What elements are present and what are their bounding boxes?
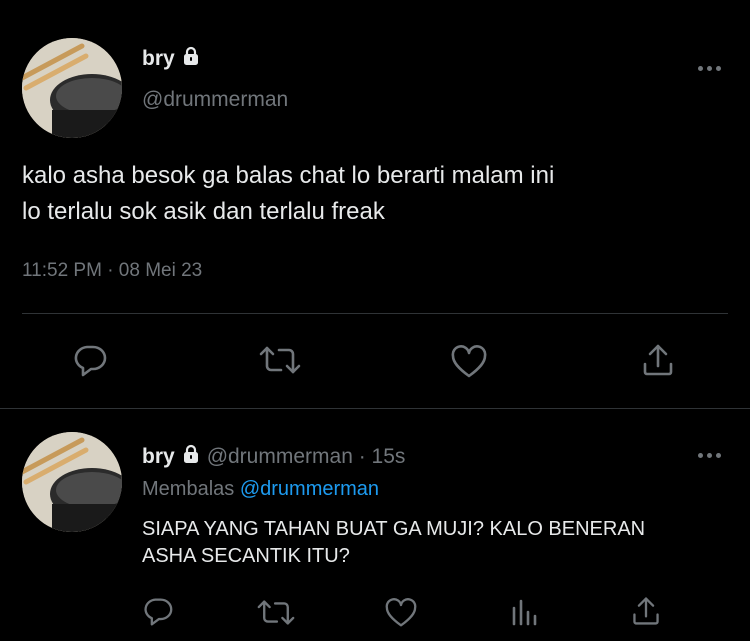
- reply-handle-time[interactable]: @drummerman · 15s: [207, 445, 406, 469]
- display-name-text[interactable]: bry: [142, 47, 175, 71]
- display-name[interactable]: bry: [142, 46, 201, 72]
- timestamp[interactable]: 11:52 PM · 08 Mei 23: [22, 260, 202, 282]
- share-icon[interactable]: [640, 342, 676, 378]
- reply-icon[interactable]: [142, 597, 174, 627]
- like-icon[interactable]: [450, 345, 488, 379]
- reply-text-line-1: SIAPA YANG TAHAN BUAT GA MUJI? KALO BENE…: [142, 518, 646, 540]
- reply-avatar[interactable]: [22, 432, 122, 532]
- handle[interactable]: @drummerman: [142, 88, 288, 112]
- lock-icon: [181, 46, 201, 72]
- retweet-icon[interactable]: [256, 598, 296, 627]
- reply-more-options-icon[interactable]: [698, 453, 721, 458]
- section-divider: [0, 408, 750, 409]
- reply-icon[interactable]: [72, 344, 108, 378]
- lock-icon: [181, 444, 201, 470]
- avatar[interactable]: [22, 38, 122, 138]
- more-options-icon[interactable]: [698, 66, 721, 71]
- share-icon[interactable]: [630, 595, 662, 627]
- replying-to: Membalas @drummerman: [142, 478, 379, 501]
- retweet-icon[interactable]: [258, 344, 302, 376]
- reply-text-line-2: ASHA SECANTIK ITU?: [142, 545, 350, 567]
- views-icon[interactable]: [510, 598, 540, 626]
- replying-prefix: Membalas: [142, 478, 235, 500]
- reply-header: bry @drummerman · 15s: [142, 444, 405, 470]
- reply-display-name[interactable]: bry: [142, 445, 175, 469]
- tweet-text-line-1: kalo asha besok ga balas chat lo berarti…: [22, 162, 555, 189]
- divider: [22, 313, 728, 314]
- replying-handle-link[interactable]: @drummerman: [240, 478, 379, 500]
- like-icon[interactable]: [384, 598, 418, 628]
- tweet-text-line-2: lo terlalu sok asik dan terlalu freak: [22, 198, 385, 225]
